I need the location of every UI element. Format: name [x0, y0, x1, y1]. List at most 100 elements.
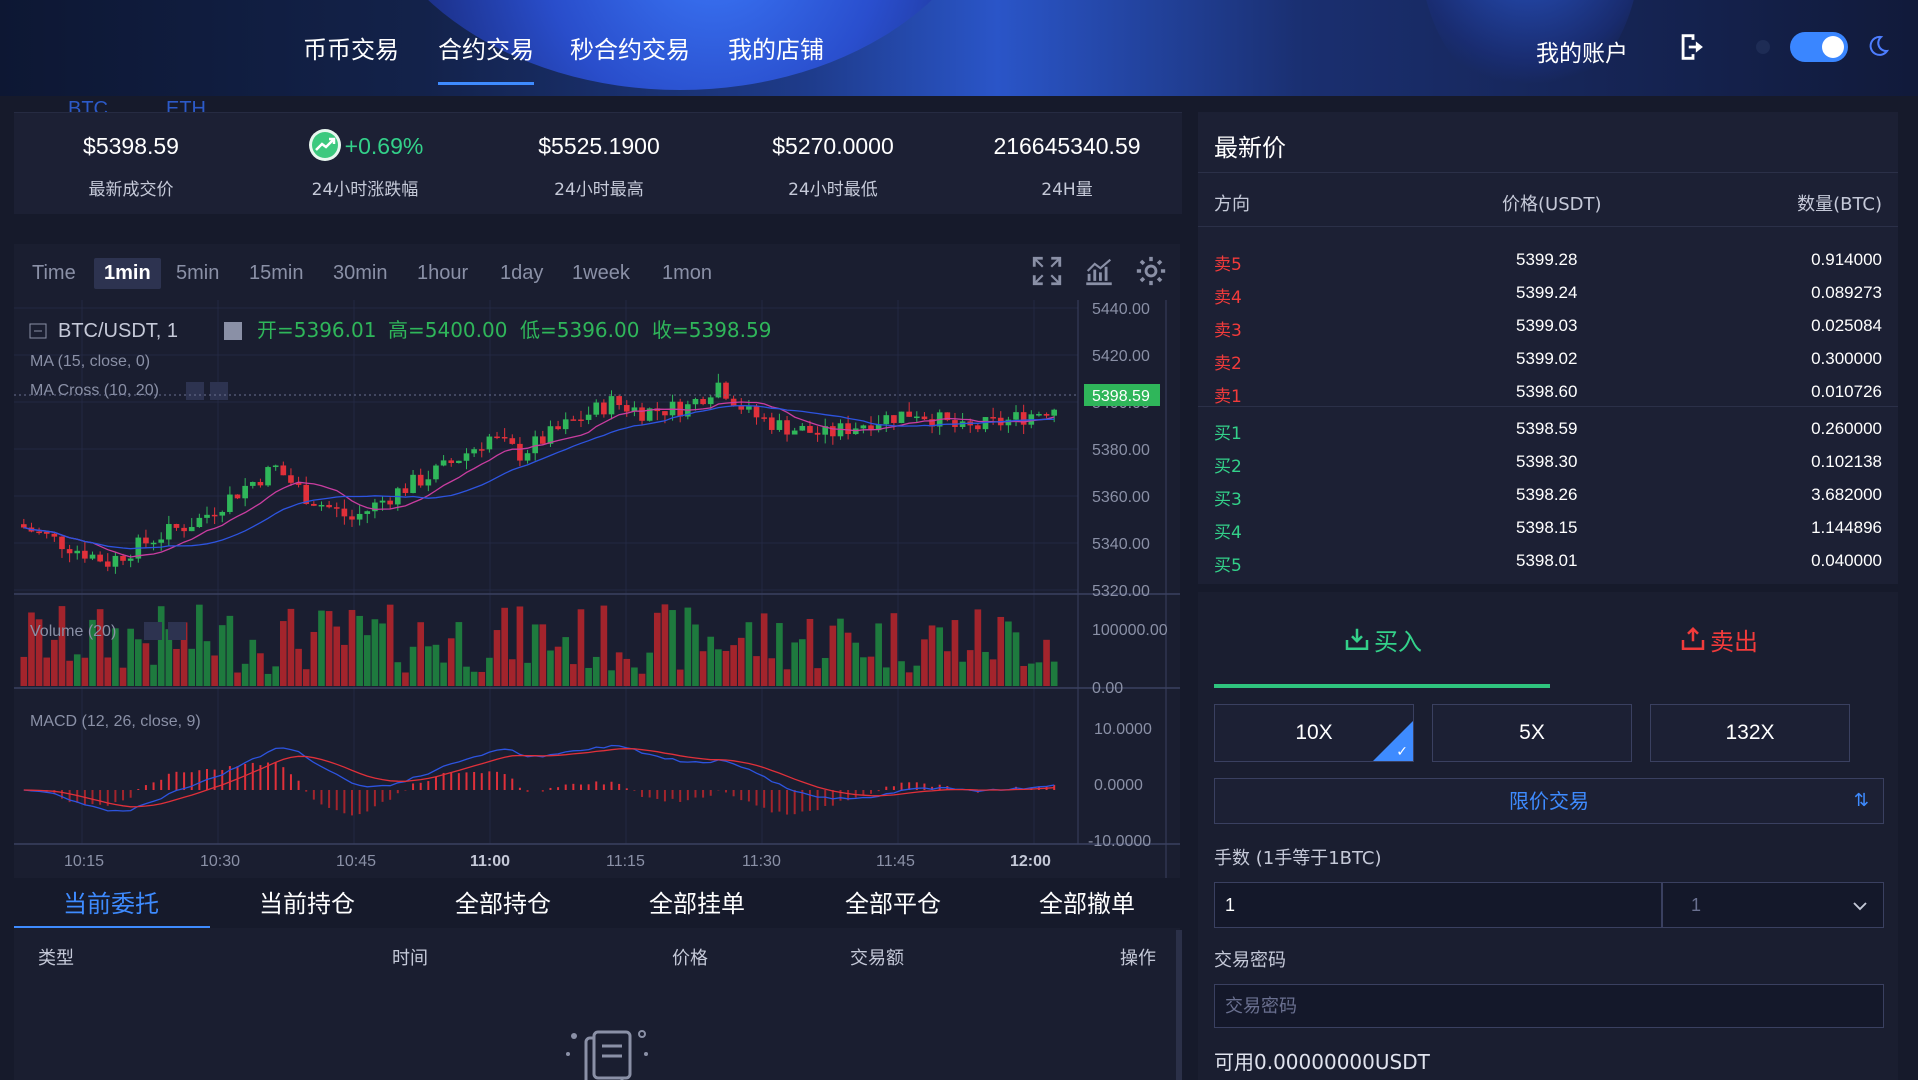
volume-tick: 100000.00: [1092, 622, 1168, 639]
sell-tab[interactable]: 卖出: [1550, 622, 1886, 657]
orderbook-row[interactable]: 卖2 5399.02 0.300000: [1198, 343, 1898, 376]
time-tick: 10:30: [200, 853, 240, 870]
candle: [608, 396, 615, 415]
settings-gear-icon[interactable]: [1134, 254, 1168, 288]
tab-cancel-all[interactable]: 全部撤单: [990, 884, 1184, 919]
timeframe-1week[interactable]: 1week: [572, 262, 630, 285]
candle: [898, 411, 905, 423]
order-type-label: 限价交易: [1509, 789, 1589, 813]
nav-second-contract[interactable]: 秒合约交易: [570, 30, 690, 65]
indicator-icon[interactable]: [1082, 254, 1116, 288]
tab-current-positions[interactable]: 当前持仓: [210, 884, 404, 919]
timeframe-15min[interactable]: 15min: [249, 262, 303, 285]
candle: [104, 561, 111, 567]
volume-bar: [188, 648, 196, 686]
order-type-selector[interactable]: 限价交易 ⇅: [1214, 778, 1884, 824]
candle: [1051, 409, 1057, 416]
candle: [410, 474, 416, 494]
tab-current-orders[interactable]: 当前委托: [14, 884, 208, 919]
price-tick: 5380.00: [1092, 442, 1150, 459]
legend-settings-icon[interactable]: [224, 322, 242, 340]
timeframe-1hour[interactable]: 1hour: [417, 262, 468, 285]
candle: [761, 417, 767, 419]
orderbook-row[interactable]: 买3 5398.26 3.682000: [1198, 479, 1898, 512]
volume-bar: [1027, 663, 1035, 686]
orderbook-row[interactable]: 买5 5398.01 0.040000: [1198, 545, 1898, 578]
volume-bar: [196, 604, 203, 686]
volume-bar: [463, 666, 470, 686]
theme-toggle[interactable]: [1790, 32, 1848, 62]
timeframe-1min[interactable]: 1min: [94, 258, 161, 289]
volume-bar: [768, 658, 776, 686]
my-account-link[interactable]: 我的账户: [1536, 34, 1628, 68]
orderbook-row[interactable]: 卖4 5399.24 0.089273: [1198, 277, 1898, 310]
fullscreen-icon[interactable]: [1030, 254, 1064, 288]
volume-bar: [264, 673, 272, 686]
candle: [891, 415, 897, 423]
timeframe-time[interactable]: Time: [32, 262, 76, 285]
orderbook-row[interactable]: 卖5 5399.28 0.914000: [1198, 244, 1898, 277]
timeframe-5min[interactable]: 5min: [176, 262, 219, 285]
orderbook-row[interactable]: 买4 5398.15 1.144896: [1198, 512, 1898, 545]
orderbook-row[interactable]: 卖1 5398.60 0.010726: [1198, 376, 1898, 409]
timeframe-1day[interactable]: 1day: [500, 262, 543, 285]
timeframe-1mon[interactable]: 1mon: [662, 262, 712, 285]
candlestick-chart[interactable]: BTC/USDT, 1 开=5396.01 高=5400.00 低=5396.0…: [14, 300, 1180, 880]
candle: [471, 449, 477, 454]
volume-bar: [173, 648, 180, 686]
ma-cross-settings-icon[interactable]: [186, 382, 204, 400]
qty-input[interactable]: [1214, 882, 1662, 928]
candle: [311, 503, 317, 506]
volume-bar: [440, 662, 447, 686]
volume-close-icon[interactable]: [168, 622, 186, 640]
trade-password-input[interactable]: [1214, 984, 1884, 1028]
volume-bar: [898, 661, 905, 686]
orderbook-row[interactable]: 买1 5398.59 0.260000: [1198, 413, 1898, 446]
candle: [578, 419, 584, 422]
volume-bar: [814, 668, 821, 686]
volume-bar: [799, 639, 806, 686]
volume-bar: [661, 604, 669, 686]
logout-icon[interactable]: [1676, 30, 1710, 64]
volume-bar: [249, 639, 257, 686]
volume-bar: [570, 664, 577, 686]
volume-settings-icon[interactable]: [144, 622, 162, 640]
orders-scrollbar[interactable]: [1176, 930, 1182, 1080]
change-value: +0.69%: [344, 133, 424, 160]
leverage-132x-button[interactable]: 132X: [1650, 704, 1850, 762]
candle: [333, 507, 340, 509]
volume-bar: [203, 641, 211, 686]
volume-bar: [287, 608, 295, 686]
candle: [990, 417, 996, 419]
buy-tab[interactable]: 买入: [1214, 622, 1550, 657]
nav-spot-trading[interactable]: 币币交易: [303, 30, 399, 65]
nav-contract-trading[interactable]: 合约交易: [438, 30, 534, 65]
tab-all-pending[interactable]: 全部挂单: [600, 884, 794, 919]
available-balance: 可用0.00000000USDT: [1214, 1050, 1430, 1074]
candle: [272, 465, 279, 468]
candle: [1013, 412, 1019, 420]
tab-all-positions[interactable]: 全部持仓: [406, 884, 600, 919]
orderbook-qty: 0.914000: [1811, 250, 1882, 269]
orderbook-row[interactable]: 卖3 5399.03 0.025084: [1198, 310, 1898, 343]
orderbook-qty: 0.010726: [1811, 382, 1882, 401]
candle: [288, 475, 294, 483]
orderbook-price: 5398.60: [1516, 382, 1578, 401]
orderbook-direction: 买2: [1214, 457, 1242, 477]
candle: [89, 554, 96, 559]
ma-cross-close-icon[interactable]: [210, 382, 228, 400]
qty-select[interactable]: 1: [1662, 882, 1884, 928]
timeframe-30min[interactable]: 30min: [333, 262, 387, 285]
nav-my-shop[interactable]: 我的店铺: [728, 30, 824, 65]
volume-bar: [997, 616, 1005, 686]
volume-bar: [432, 644, 440, 686]
orderbook-col-direction: 方向: [1214, 194, 1250, 215]
volume-bar: [379, 623, 386, 686]
chart-panel: Time 1min 5min 15min 30min 1hour 1day 1w…: [14, 244, 1180, 882]
volume-bar: [20, 656, 28, 686]
leverage-5x-button[interactable]: 5X: [1432, 704, 1632, 762]
orderbook-price: 5398.59: [1516, 419, 1578, 438]
tab-close-all[interactable]: 全部平仓: [796, 884, 990, 919]
leverage-10x-button[interactable]: 10X ✓: [1214, 704, 1414, 762]
orderbook-row[interactable]: 买2 5398.30 0.102138: [1198, 446, 1898, 479]
